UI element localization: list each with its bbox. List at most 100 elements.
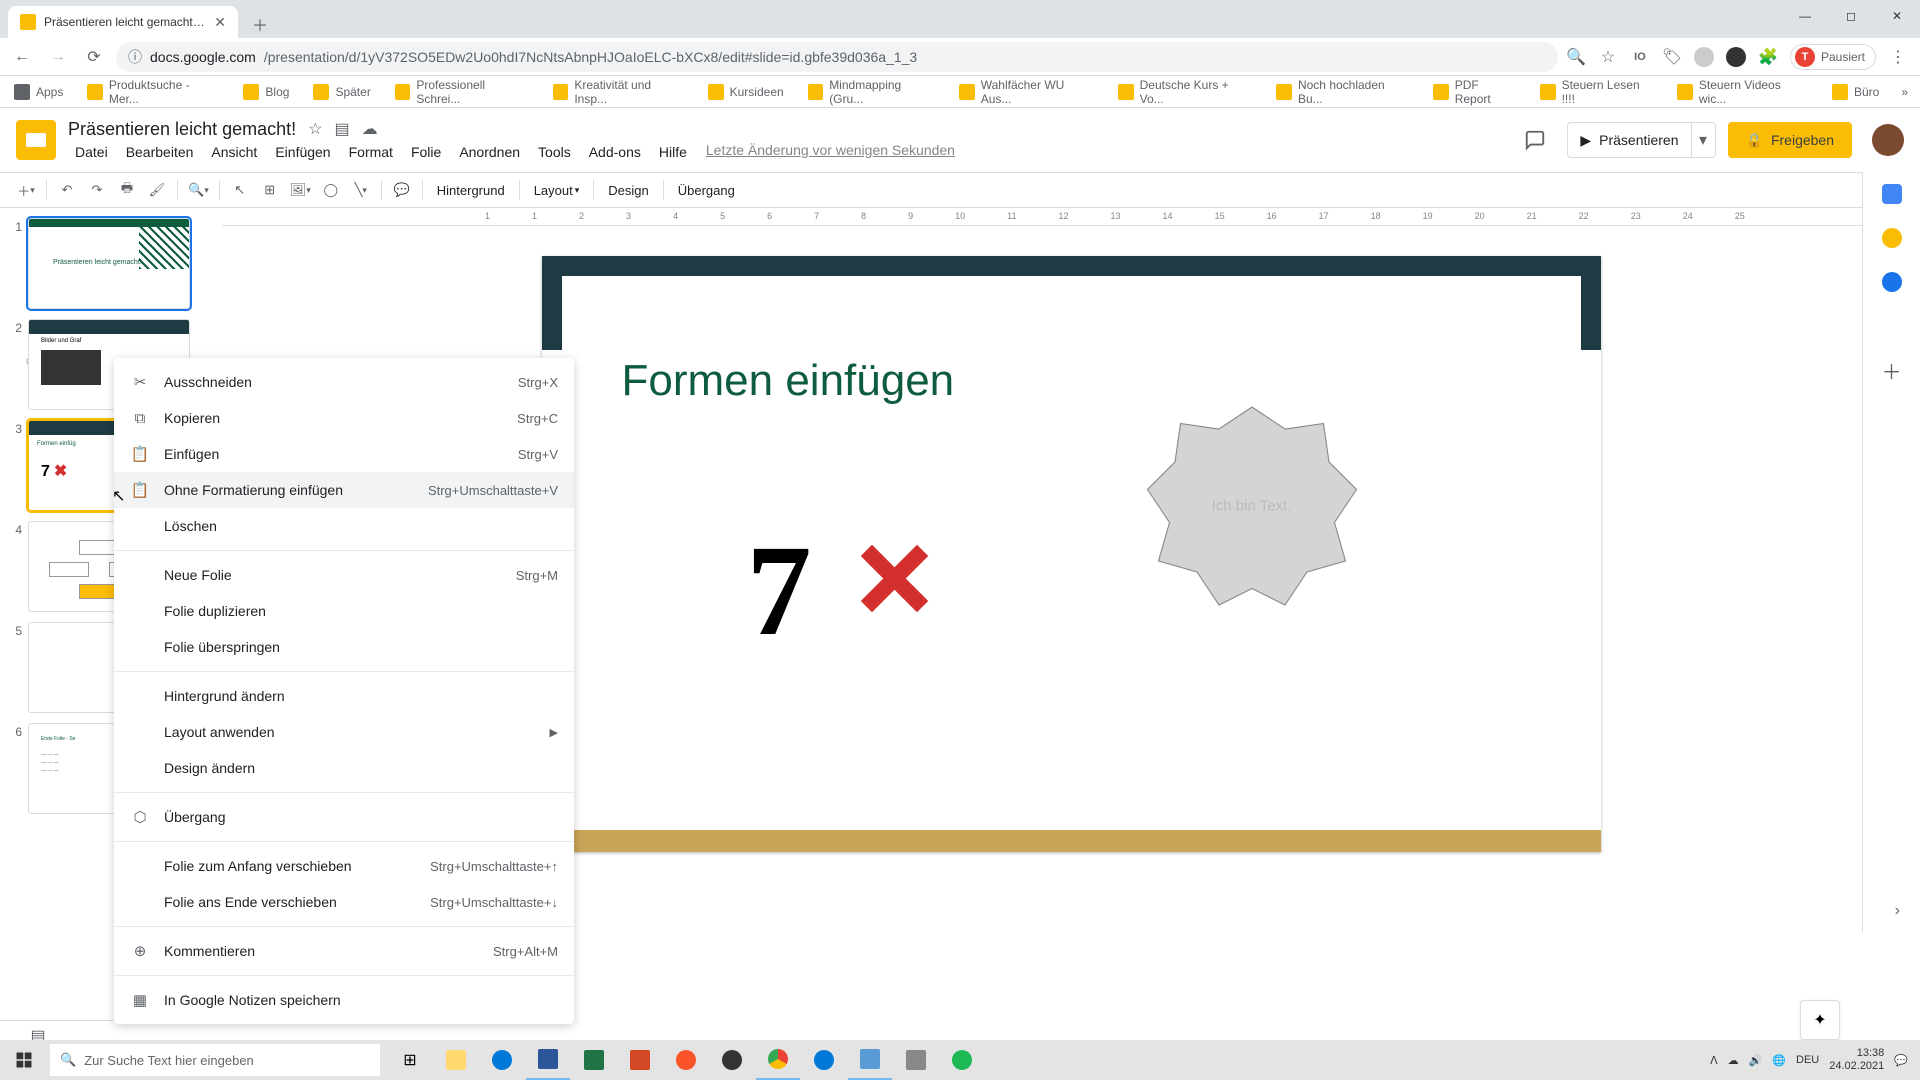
shape-text[interactable]: Ich bin Text. bbox=[1212, 498, 1292, 515]
menu-slide[interactable]: Folie bbox=[404, 142, 448, 162]
share-button[interactable]: 🔒 Freigeben bbox=[1728, 122, 1852, 158]
language-indicator[interactable]: DEU bbox=[1796, 1054, 1819, 1066]
bookmark-item[interactable]: Produktsuche - Mer... bbox=[81, 74, 225, 110]
app-icon-1[interactable] bbox=[848, 1040, 892, 1080]
background-button[interactable]: Hintergrund bbox=[429, 177, 513, 203]
explore-button[interactable]: ✦ bbox=[1800, 1000, 1840, 1040]
slides-logo-icon[interactable] bbox=[16, 120, 56, 160]
bookmark-item[interactable]: Steuern Lesen !!!! bbox=[1534, 74, 1659, 110]
transition-button[interactable]: Übergang bbox=[670, 177, 743, 203]
bookmark-item[interactable]: Steuern Videos wic... bbox=[1671, 74, 1814, 110]
slide-seven-text[interactable]: 7 bbox=[747, 516, 812, 666]
context-menu-item[interactable]: ⧉KopierenStrg+C bbox=[114, 400, 574, 436]
obs-icon[interactable] bbox=[710, 1040, 754, 1080]
ext2-icon[interactable] bbox=[1726, 47, 1746, 67]
menu-file[interactable]: Datei bbox=[68, 142, 115, 162]
excel-icon[interactable] bbox=[572, 1040, 616, 1080]
bookmark-item[interactable]: Später bbox=[307, 80, 376, 104]
edge-icon[interactable] bbox=[802, 1040, 846, 1080]
layout-button[interactable]: Layout▾ bbox=[526, 177, 588, 203]
move-doc-icon[interactable]: ▤ bbox=[334, 119, 349, 139]
present-button[interactable]: ▶ Präsentieren ▾ bbox=[1567, 122, 1715, 158]
tray-chevron-icon[interactable]: ᐱ bbox=[1710, 1054, 1718, 1067]
zoom-button[interactable]: 🔍▾ bbox=[184, 177, 213, 203]
spotify-icon[interactable] bbox=[940, 1040, 984, 1080]
select-tool[interactable]: ↖ bbox=[226, 177, 254, 203]
context-menu-item[interactable]: ⬡Übergang bbox=[114, 799, 574, 835]
close-window-button[interactable]: ✕ bbox=[1874, 0, 1920, 32]
powerpoint-icon[interactable] bbox=[618, 1040, 662, 1080]
design-button[interactable]: Design bbox=[600, 177, 656, 203]
brave-icon[interactable] bbox=[664, 1040, 708, 1080]
bookmark-item[interactable]: Kreativität und Insp... bbox=[547, 74, 690, 110]
image-tool[interactable]: 🖼▾ bbox=[286, 177, 315, 203]
minimize-button[interactable]: ― bbox=[1782, 0, 1828, 32]
add-addon-button[interactable]: ＋ bbox=[1882, 356, 1902, 385]
app-icon-2[interactable] bbox=[894, 1040, 938, 1080]
task-view-button[interactable]: ⊞ bbox=[388, 1040, 432, 1080]
menu-icon[interactable]: ⋮ bbox=[1888, 47, 1908, 67]
menu-arrange[interactable]: Anordnen bbox=[452, 142, 527, 162]
bookmark-item[interactable]: Deutsche Kurs + Vo... bbox=[1112, 74, 1258, 110]
context-menu-item[interactable]: Neue FolieStrg+M bbox=[114, 557, 574, 593]
context-menu-item[interactable]: Folie duplizieren bbox=[114, 593, 574, 629]
tasks-icon[interactable] bbox=[1882, 272, 1902, 292]
menu-addons[interactable]: Add-ons bbox=[582, 142, 648, 162]
textbox-tool[interactable]: ⊞ bbox=[256, 177, 284, 203]
menu-edit[interactable]: Bearbeiten bbox=[119, 142, 201, 162]
context-menu-item[interactable]: ✂AusschneidenStrg+X bbox=[114, 364, 574, 400]
onedrive-icon[interactable]: ☁ bbox=[1728, 1054, 1739, 1067]
cloud-status-icon[interactable]: ☁ bbox=[362, 119, 378, 139]
ext1-icon[interactable] bbox=[1694, 47, 1714, 67]
new-tab-button[interactable]: ＋ bbox=[246, 10, 274, 38]
last-change-link[interactable]: Letzte Änderung vor wenigen Sekunden bbox=[706, 142, 955, 162]
context-menu-item[interactable]: ⊕KommentierenStrg+Alt+M bbox=[114, 933, 574, 969]
red-x-shape[interactable] bbox=[857, 541, 932, 616]
bookmark-item[interactable]: Mindmapping (Gru... bbox=[802, 74, 942, 110]
context-menu-item[interactable]: 📋Ohne Formatierung einfügenStrg+Umschalt… bbox=[114, 472, 574, 508]
context-menu-item[interactable]: Folie zum Anfang verschiebenStrg+Umschal… bbox=[114, 848, 574, 884]
address-bar[interactable]: ⓘ docs.google.com/presentation/d/1yV372S… bbox=[116, 42, 1558, 72]
bookmark-item[interactable]: Wahlfächer WU Aus... bbox=[953, 74, 1100, 110]
word-icon[interactable] bbox=[526, 1040, 570, 1080]
chrome-icon[interactable] bbox=[756, 1040, 800, 1080]
expand-side-panel[interactable]: › bbox=[1895, 902, 1900, 920]
redo-button[interactable]: ↷ bbox=[83, 177, 111, 203]
reload-button[interactable]: ⟳ bbox=[80, 43, 108, 71]
back-button[interactable]: ← bbox=[8, 43, 36, 71]
network-icon[interactable]: 🌐 bbox=[1772, 1054, 1786, 1067]
bookmark-item[interactable]: Büro bbox=[1826, 80, 1885, 104]
bookmark-item[interactable]: Professionell Schrei... bbox=[389, 74, 535, 110]
notifications-icon[interactable]: 💬 bbox=[1894, 1054, 1908, 1067]
extensions-icon[interactable]: 🧩 bbox=[1758, 47, 1778, 67]
profile-button[interactable]: T Pausiert bbox=[1790, 44, 1876, 70]
bookmark-item[interactable]: Apps bbox=[8, 80, 69, 104]
menu-view[interactable]: Ansicht bbox=[204, 142, 264, 162]
forward-button[interactable]: → bbox=[44, 43, 72, 71]
paint-format-button[interactable]: 🖌 bbox=[143, 177, 171, 203]
context-menu-item[interactable]: 📋EinfügenStrg+V bbox=[114, 436, 574, 472]
context-menu-item[interactable]: Löschen bbox=[114, 508, 574, 544]
context-menu-item[interactable]: Design ändern bbox=[114, 750, 574, 786]
bookmark-item[interactable]: Noch hochladen Bu... bbox=[1270, 74, 1415, 110]
menu-format[interactable]: Format bbox=[342, 142, 400, 162]
comments-button[interactable] bbox=[1515, 120, 1555, 160]
star-shape[interactable]: Ich bin Text. bbox=[1142, 396, 1362, 616]
taskbar-search[interactable]: 🔍 Zur Suche Text hier eingeben bbox=[50, 1044, 380, 1076]
bookmark-item[interactable]: Blog bbox=[237, 80, 295, 104]
calendar-icon[interactable] bbox=[1882, 184, 1902, 204]
star-icon[interactable]: ☆ bbox=[1598, 47, 1618, 67]
bookmarks-overflow[interactable]: » bbox=[1897, 81, 1912, 103]
present-dropdown[interactable]: ▾ bbox=[1691, 123, 1715, 157]
zoom-icon[interactable]: 🔍 bbox=[1566, 47, 1586, 67]
shape-tool[interactable]: ◯ bbox=[317, 177, 345, 203]
context-menu-item[interactable]: Hintergrund ändern bbox=[114, 678, 574, 714]
new-slide-button[interactable]: ＋▾ bbox=[12, 177, 40, 203]
line-tool[interactable]: ╲▾ bbox=[347, 177, 375, 203]
shopping-icon[interactable]: 🏷 bbox=[1662, 47, 1682, 67]
edge-legacy-icon[interactable] bbox=[480, 1040, 524, 1080]
bookmark-item[interactable]: PDF Report bbox=[1427, 74, 1522, 110]
slide-thumb-1[interactable]: Präsentieren leicht gemacht! bbox=[28, 218, 190, 309]
slide[interactable]: Formen einfügen 7 Ich bin Text. bbox=[542, 256, 1601, 852]
maximize-button[interactable]: ◻ bbox=[1828, 0, 1874, 32]
